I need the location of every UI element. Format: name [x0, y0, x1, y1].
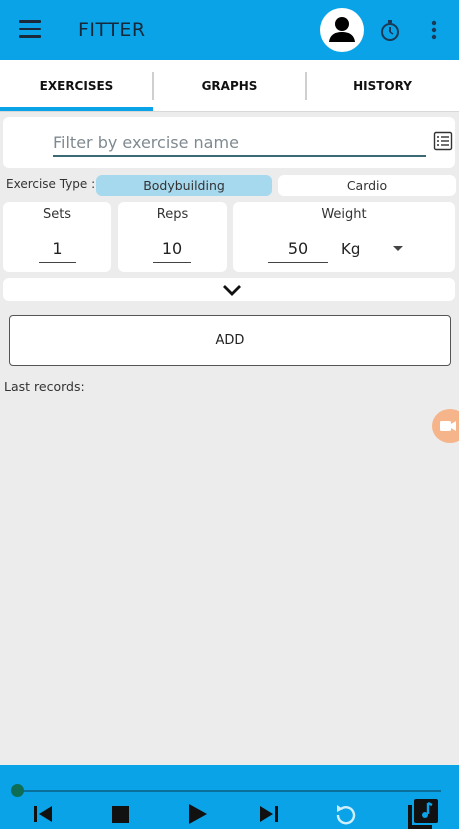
tab-exercises[interactable]: EXERCISES — [0, 60, 153, 112]
sets-card: Sets 1 — [3, 202, 111, 272]
reps-label: Reps — [156, 207, 189, 222]
skip-previous-icon[interactable] — [30, 801, 56, 827]
weight-input[interactable]: 50 — [268, 236, 328, 263]
app-bar: FITTER — [0, 0, 459, 60]
type-option-cardio[interactable]: Cardio — [278, 175, 456, 196]
music-library-icon[interactable] — [406, 797, 438, 829]
media-player-bar — [0, 765, 459, 829]
sets-label: Sets — [42, 207, 72, 222]
repeat-icon[interactable] — [332, 801, 358, 827]
add-button[interactable]: ADD — [9, 315, 451, 366]
dropdown-arrow-icon[interactable] — [393, 246, 403, 251]
tab-graphs[interactable]: GRAPHS — [153, 60, 306, 112]
chevron-down-icon[interactable] — [221, 282, 243, 298]
play-icon[interactable] — [184, 801, 210, 827]
stop-icon[interactable] — [108, 801, 134, 827]
video-record-icon[interactable] — [432, 409, 459, 443]
playback-progress-knob[interactable] — [11, 784, 24, 797]
hamburger-menu-icon[interactable] — [19, 20, 41, 38]
expand-options-bar[interactable] — [3, 278, 455, 301]
type-option-bodybuilding[interactable]: Bodybuilding — [96, 175, 272, 196]
sets-input[interactable]: 1 — [39, 236, 76, 263]
account-avatar-icon[interactable] — [320, 8, 364, 52]
last-records-label: Last records: — [4, 379, 85, 394]
skip-next-icon[interactable] — [256, 801, 282, 827]
exercise-filter-input[interactable] — [53, 129, 426, 157]
exercise-type-label: Exercise Type : — [6, 177, 96, 191]
tab-bar: EXERCISES GRAPHS HISTORY — [0, 60, 459, 112]
weight-card: Weight 50 Kg — [233, 202, 455, 272]
more-vert-icon[interactable] — [426, 18, 442, 42]
reps-card: Reps 10 — [118, 202, 227, 272]
stopwatch-icon[interactable] — [378, 18, 402, 42]
playback-progress-track[interactable] — [17, 790, 441, 792]
filter-card — [3, 117, 455, 168]
weight-label: Weight — [321, 207, 367, 222]
weight-unit-select[interactable]: Kg — [341, 240, 360, 258]
app-title: FITTER — [78, 19, 146, 41]
selected-tab-indicator — [0, 107, 153, 111]
list-icon[interactable] — [433, 131, 453, 151]
tab-history[interactable]: HISTORY — [306, 60, 459, 112]
reps-input[interactable]: 10 — [153, 236, 191, 263]
